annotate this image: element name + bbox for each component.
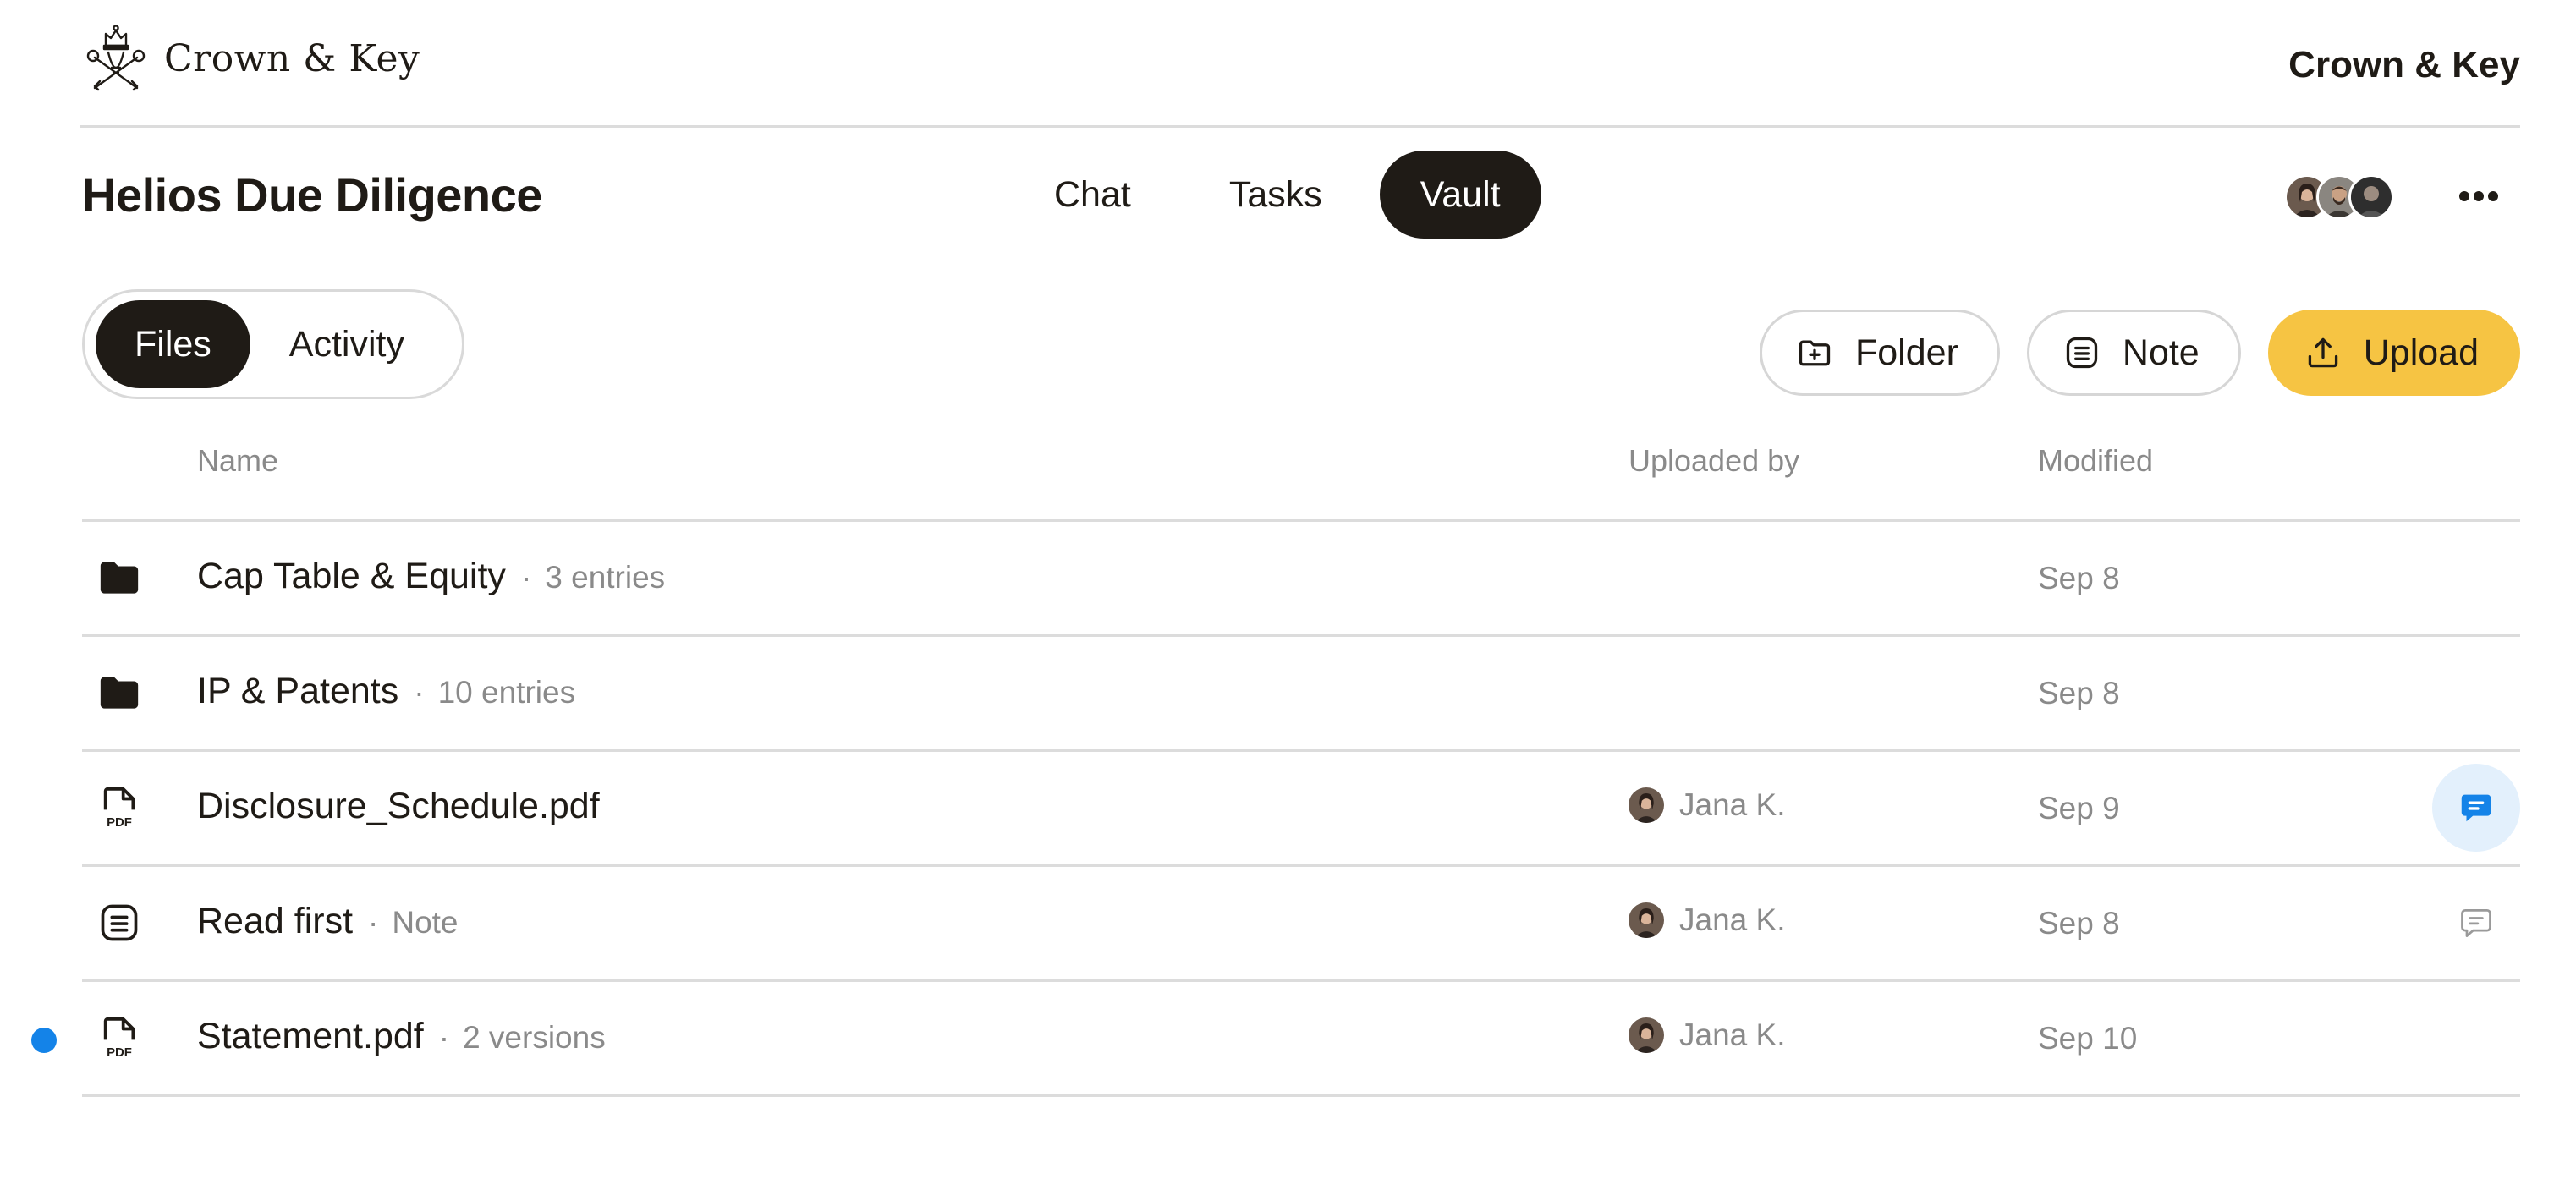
tab-tasks[interactable]: Tasks (1189, 151, 1363, 239)
row-name-cell[interactable]: Statement.pdf · 2 versions (197, 1016, 606, 1057)
folder-icon (96, 554, 143, 601)
modified-date: Sep 8 (2038, 906, 2120, 940)
row-name-cell[interactable]: Read first · Note (197, 901, 459, 942)
pdf-icon: PDF (96, 1014, 143, 1061)
view-tabs: Chat Tasks Vault (1013, 151, 1541, 239)
table-row[interactable]: Read first · Note Jana K. Sep 8 (82, 867, 2520, 982)
unread-indicator (31, 1028, 57, 1053)
segment-activity-label: Activity (288, 323, 404, 365)
uploader-name: Jana K. (1679, 902, 1786, 937)
uploaded-by-cell: Jana K. (1629, 787, 1785, 823)
modified-date: Sep 8 (2038, 561, 2120, 595)
column-header-uploaded-by[interactable]: Uploaded by (1629, 443, 1799, 479)
new-folder-button[interactable]: Folder (1760, 310, 2000, 396)
file-name: Cap Table & Equity (197, 556, 506, 596)
files-activity-toggle: Files Activity (82, 289, 464, 399)
segment-files[interactable]: Files (96, 300, 250, 388)
project-title: Helios Due Diligence (82, 168, 542, 222)
svg-text:PDF: PDF (107, 815, 132, 830)
brand-name-right: Crown & Key (2288, 44, 2520, 85)
uploader-name: Jana K. (1679, 1017, 1786, 1052)
table-row[interactable]: PDF Disclosure_Schedule.pdf Jana K. Sep … (82, 752, 2520, 867)
file-name: Statement.pdf (197, 1016, 424, 1056)
avatar (1629, 902, 1664, 938)
comment-outline-icon (2461, 908, 2491, 937)
table-row[interactable]: PDF Statement.pdf · 2 versions Jana K. Sep… (31, 982, 2520, 1097)
separator-dot: · (368, 905, 379, 940)
modified-date: Sep 10 (2038, 1021, 2138, 1056)
file-name: IP & Patents (197, 671, 399, 711)
file-name: Disclosure_Schedule.pdf (197, 786, 600, 826)
file-name: Read first (197, 901, 354, 941)
tab-chat[interactable]: Chat (1013, 151, 1172, 239)
files-table: Name Uploaded by Modified Cap Table & Eq… (31, 430, 2520, 1097)
note-icon (96, 899, 143, 946)
row-name-cell[interactable]: Disclosure_Schedule.pdf (197, 786, 600, 827)
separator-dot: · (438, 1020, 450, 1055)
segment-files-label: Files (135, 323, 211, 365)
tab-vault-label: Vault (1420, 173, 1501, 215)
brand-logo-text: Crown & Key (164, 36, 420, 80)
segment-activity[interactable]: Activity (250, 300, 443, 388)
avatar (1629, 787, 1664, 823)
brand-bar: Crown & Key Crown & Key (80, 0, 2520, 128)
tab-vault[interactable]: Vault (1379, 151, 1541, 239)
column-header-name[interactable]: Name (197, 443, 278, 479)
uploaded-by-cell: Jana K. (1629, 1017, 1785, 1053)
table-row[interactable]: Cap Table & Equity · 3 entries Sep 8 (82, 522, 2520, 637)
table-row[interactable]: IP & Patents · 10 entries Sep 8 (82, 637, 2520, 752)
upload-label: Upload (2363, 332, 2479, 373)
file-meta: 10 entries (437, 675, 576, 710)
member-avatars[interactable] (2284, 174, 2394, 220)
brand-logo[interactable]: Crown & Key (83, 24, 420, 93)
file-meta: 2 versions (463, 1020, 606, 1055)
uploader-name: Jana K. (1679, 787, 1786, 822)
more-horizontal-icon (2459, 191, 2498, 201)
file-meta: Note (392, 905, 459, 940)
upload-button[interactable]: Upload (2267, 310, 2520, 396)
column-header-modified[interactable]: Modified (2038, 443, 2153, 479)
tab-chat-label: Chat (1054, 173, 1131, 215)
new-folder-label: Folder (1855, 332, 1958, 373)
uploaded-by-cell: Jana K. (1629, 902, 1785, 938)
note-icon (2066, 337, 2098, 369)
modified-date: Sep 8 (2038, 676, 2120, 710)
row-name-cell[interactable]: Cap Table & Equity · 3 entries (197, 556, 665, 597)
pdf-icon: PDF (96, 784, 143, 831)
comment-button[interactable] (2432, 879, 2520, 967)
avatar (1629, 1017, 1664, 1053)
folder-plus-icon (1799, 340, 1831, 366)
vault-actions: Folder Note Upload (1760, 310, 2520, 396)
tab-tasks-label: Tasks (1228, 173, 1322, 215)
comment-filled-icon (2461, 794, 2491, 822)
table-header: Name Uploaded by Modified (82, 430, 2520, 522)
avatar (2348, 174, 2394, 220)
crown-key-crest-icon (86, 25, 146, 91)
row-name-cell[interactable]: IP & Patents · 10 entries (197, 671, 575, 712)
upload-icon (2308, 337, 2337, 368)
file-meta: 3 entries (545, 560, 666, 595)
folder-icon (96, 669, 143, 716)
modified-date: Sep 9 (2038, 791, 2120, 825)
svg-text:PDF: PDF (107, 1045, 132, 1060)
more-options-button[interactable] (2452, 169, 2506, 223)
separator-dot: · (520, 560, 532, 595)
new-note-button[interactable]: Note (2026, 310, 2241, 396)
comment-button[interactable] (2432, 764, 2520, 852)
separator-dot: · (414, 675, 425, 710)
new-note-label: Note (2122, 332, 2200, 373)
